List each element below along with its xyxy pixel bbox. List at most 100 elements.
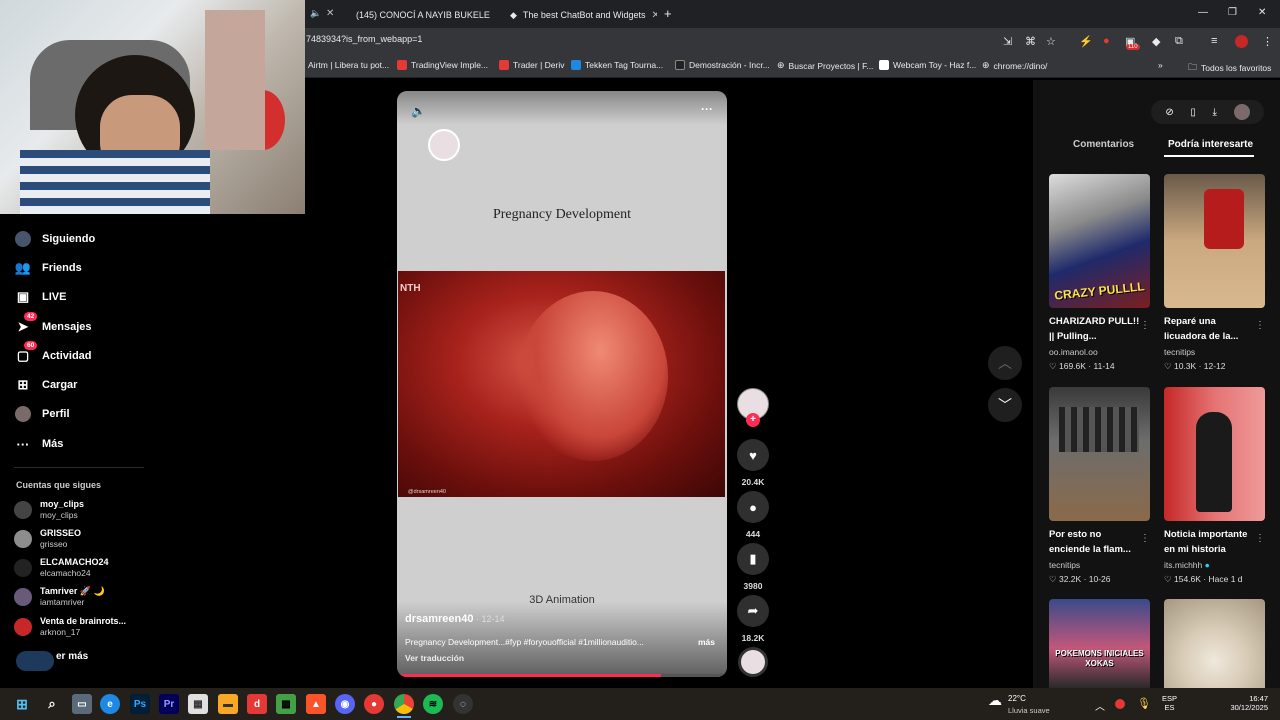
recommended-video-card[interactable]: POKEMONS INICIALES XOKAS	[1049, 599, 1150, 688]
bookmark-item[interactable]: Airtm | Libera tu pot...	[308, 60, 389, 70]
extension-icon[interactable]: ◆	[1152, 35, 1160, 48]
new-tab-button[interactable]: +	[664, 6, 672, 21]
clock[interactable]: 16:47 30/12/2025	[1218, 694, 1268, 712]
video-progress-bar[interactable]	[397, 674, 727, 677]
tab-youtube[interactable]: (145) CONOCÍ A NAYIB BUKELE ✕	[342, 4, 497, 26]
microphone-icon[interactable]: 🎙	[1137, 697, 1151, 710]
media-icon[interactable]: ≡	[1211, 35, 1217, 47]
video-author[interactable]: drsamreen40 · 12-14	[405, 613, 505, 625]
brave-icon[interactable]: ▲	[306, 694, 326, 714]
all-bookmarks[interactable]: 🗀 Todos los favoritos	[1188, 60, 1271, 76]
spotify-icon[interactable]: ≋	[423, 694, 443, 714]
bookmark-item[interactable]: Demostración - Incr...	[675, 60, 770, 70]
card-more-icon[interactable]: ⋮	[1140, 533, 1150, 544]
close-tab-icon[interactable]: ✕	[326, 8, 334, 19]
search-icon[interactable]: ⌕	[42, 694, 62, 714]
sidebar-item-friends[interactable]: 👥 Friends	[14, 259, 82, 277]
bookmark-item[interactable]: Trader | Deriv	[499, 60, 565, 70]
compass-icon[interactable]: ⊘	[1165, 107, 1173, 118]
photoshop-icon[interactable]: Ps	[130, 694, 150, 714]
record-icon[interactable]: ●	[364, 694, 384, 714]
followed-account[interactable]: moy_clips moy_clips	[14, 499, 84, 521]
chevron-right-icon[interactable]: »	[1158, 60, 1163, 70]
sidebar-item-upload[interactable]: ⊞ Cargar	[14, 376, 78, 394]
folder-icon[interactable]: ▬	[218, 694, 238, 714]
close-icon[interactable]: ✕	[496, 10, 497, 21]
discord-icon[interactable]: ◉	[335, 694, 355, 714]
recommended-video-card[interactable]	[1164, 599, 1265, 688]
music-disc-button[interactable]	[737, 647, 769, 677]
phone-icon[interactable]: ▯	[1190, 107, 1196, 118]
extension-icon[interactable]: ⚡	[1079, 35, 1093, 48]
like-button[interactable]: ♥ 20.4K	[737, 439, 769, 487]
card-more-icon[interactable]: ⋮	[1255, 320, 1265, 331]
user-avatar[interactable]	[1233, 104, 1250, 120]
app-icon[interactable]: ▭	[72, 694, 92, 714]
extension-icon[interactable]: ●	[1103, 35, 1110, 47]
comment-button[interactable]: ● 444	[737, 491, 769, 539]
language-indicator[interactable]: ESP ES	[1162, 694, 1177, 712]
next-video-button[interactable]: ﹀	[988, 388, 1022, 422]
sidebar-item-live[interactable]: ▣ LIVE	[14, 288, 67, 306]
follow-plus-icon[interactable]: +	[746, 413, 760, 427]
tab-comments[interactable]: Comentarios	[1073, 139, 1134, 150]
followed-account[interactable]: Tamriver 🚀 🌙 iamtamriver	[14, 586, 105, 608]
weather-icon[interactable]: ☁	[988, 692, 1002, 709]
see-more-link[interactable]: er más	[56, 651, 88, 662]
menu-icon[interactable]: ⋮	[1262, 35, 1273, 48]
mute-tab-icon[interactable]: 🔈	[310, 8, 321, 19]
recommended-video-card[interactable]: Reparé una licuadora de la... ⋮ tecnitips…	[1164, 174, 1265, 372]
sidebar-item-activity[interactable]: ▢ 60 Actividad	[14, 341, 92, 365]
close-window-icon[interactable]: ✕	[1258, 7, 1266, 18]
minimize-icon[interactable]: —	[1198, 7, 1208, 18]
previous-video-button[interactable]: ︿	[988, 346, 1022, 380]
card-more-icon[interactable]: ⋮	[1255, 533, 1265, 544]
maximize-icon[interactable]: ❐	[1228, 7, 1237, 18]
recommended-video-card[interactable]: Noticia importante en mi historia ⋮ its.m…	[1164, 387, 1265, 585]
tray-app-icon[interactable]	[1115, 699, 1125, 709]
close-icon[interactable]: ✕	[652, 10, 658, 21]
tab-chatbot[interactable]: ◆ The best ChatBot and Widgets ✕	[502, 4, 657, 26]
premiere-icon[interactable]: Pr	[159, 694, 179, 714]
app-icon[interactable]: ◌	[453, 694, 473, 714]
floating-widget[interactable]	[16, 651, 54, 671]
bookmark-item[interactable]: ⊕ Buscar Proyectos | F...	[777, 60, 873, 71]
followed-account[interactable]: Venta de brainrots... arknon_17	[14, 616, 126, 638]
puzzle-icon[interactable]: ⧉	[1175, 35, 1183, 48]
sidebar-item-more[interactable]: ··· Más	[14, 435, 64, 453]
recommended-video-card[interactable]: Por esto no enciende la flam... ⋮ tecniti…	[1049, 387, 1150, 585]
url-field[interactable]: 7483934?is_from_webapp=1	[306, 34, 422, 44]
volume-icon[interactable]: 🔈	[411, 104, 426, 118]
followed-account[interactable]: GRISSEO grisseo	[14, 528, 81, 550]
followed-account[interactable]: ELCAMACHO24 elcamacho24	[14, 557, 109, 579]
share-button[interactable]: ➦ 18.2K	[737, 595, 769, 643]
tray-chevron-icon[interactable]: ︿	[1095, 698, 1105, 713]
video-player[interactable]: 🔈 ··· Pregnancy Development NTH @drsamre…	[397, 91, 727, 677]
sidebar-item-following[interactable]: Siguiendo	[14, 230, 95, 248]
bookmark-star-icon[interactable]: ☆	[1046, 35, 1056, 48]
save-button[interactable]: ▮ 3980	[737, 543, 769, 591]
sidebar-item-profile[interactable]: Perfil	[14, 405, 70, 423]
bookmark-item[interactable]: TradingView Imple...	[397, 60, 488, 70]
edge-icon[interactable]: e	[100, 694, 120, 714]
bookmark-item[interactable]: ⊕ chrome://dino/	[982, 60, 1047, 71]
creator-avatar-button[interactable]: +	[737, 388, 769, 427]
sidebar-item-messages[interactable]: ➤ 42 Mensajes	[14, 312, 92, 336]
windows-start-icon[interactable]: ⊞	[12, 694, 32, 714]
bookmark-item[interactable]: Tekken Tag Tourna...	[571, 60, 663, 70]
download-icon[interactable]: ⤓	[1213, 107, 1217, 118]
profile-avatar[interactable]	[1235, 35, 1248, 48]
card-more-icon[interactable]: ⋮	[1140, 320, 1150, 331]
bookmark-item[interactable]: Webcam Toy - Haz f...	[879, 60, 976, 70]
chrome-icon[interactable]	[394, 694, 414, 714]
store-icon[interactable]: ▦	[188, 694, 208, 714]
translate-icon[interactable]: ⌘	[1025, 35, 1036, 48]
tab-recommended[interactable]: Podría interesarte	[1168, 139, 1253, 150]
deriv-app-icon[interactable]: d	[247, 694, 267, 714]
translate-link[interactable]: Ver traducción	[405, 653, 464, 663]
caption-more-button[interactable]: más	[698, 637, 715, 647]
install-icon[interactable]: ⇲	[1003, 35, 1012, 48]
minecraft-icon[interactable]: ▩	[276, 694, 296, 714]
recommended-video-card[interactable]: CRAZY PULLLL CHARIZARD PULL!! || Pulling…	[1049, 174, 1150, 372]
more-options-icon[interactable]: ···	[701, 102, 713, 116]
